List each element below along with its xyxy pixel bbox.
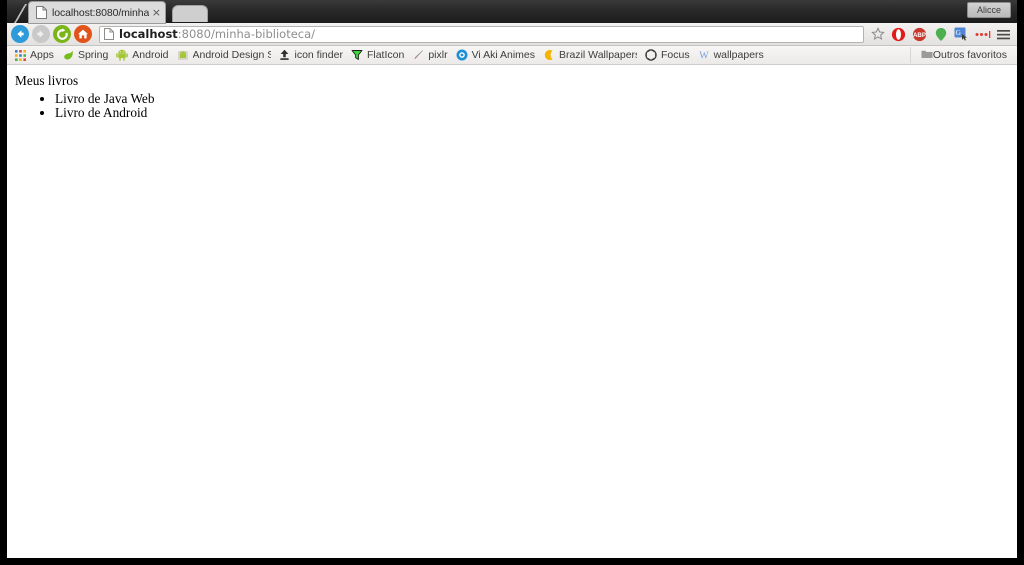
bookmark-label: FlatIcon bbox=[366, 49, 405, 61]
bookmark-pixlr[interactable]: pixlr bbox=[409, 47, 452, 63]
flaticon-icon bbox=[351, 49, 363, 61]
other-bookmarks-button[interactable]: Outros favoritos bbox=[909, 47, 1011, 63]
iconfinder-icon bbox=[279, 49, 291, 61]
forward-button[interactable] bbox=[32, 25, 50, 43]
bookmark-vi-aki-animes[interactable]: Vi Aki Animes bbox=[453, 47, 540, 63]
bookmark-icon-finder[interactable]: icon finder bbox=[276, 47, 348, 63]
extensions-dots-icon[interactable] bbox=[973, 25, 992, 44]
bookmark-label: Spring bbox=[77, 49, 109, 61]
back-arrow-icon bbox=[14, 28, 26, 40]
pixlr-brush-icon bbox=[412, 49, 424, 61]
android-robot-icon bbox=[177, 49, 189, 61]
address-bar-host: localhost bbox=[119, 27, 178, 41]
page-title: Meus livros bbox=[15, 73, 79, 88]
bookmark-apps[interactable]: Apps bbox=[11, 47, 59, 63]
bookmark-android[interactable]: Android bbox=[113, 47, 173, 63]
page-content: Meus livros Livro de Java Web Livro de A… bbox=[7, 65, 1017, 558]
page-icon bbox=[36, 6, 47, 19]
home-button[interactable] bbox=[74, 25, 92, 43]
folder-icon bbox=[921, 49, 933, 62]
browser-window: localhost:8080/minha-b × Alicce localhos… bbox=[7, 0, 1017, 558]
bookmark-label: Brazil Wallpapers bbox=[559, 49, 637, 61]
svg-text:G: G bbox=[955, 28, 961, 37]
book-list: Livro de Java Web Livro de Android bbox=[15, 92, 1017, 120]
home-icon bbox=[77, 28, 89, 40]
page-info-icon bbox=[104, 28, 114, 40]
reload-arrow-icon bbox=[56, 27, 69, 41]
profile-chip[interactable]: Alicce bbox=[967, 2, 1011, 18]
green-pin-icon[interactable] bbox=[931, 25, 950, 44]
google-translate-icon[interactable]: G bbox=[952, 25, 971, 44]
reload-button[interactable] bbox=[53, 25, 71, 43]
brazil-wallpapers-icon bbox=[543, 49, 555, 61]
bookmark-label: Apps bbox=[30, 49, 54, 61]
bookmark-star-icon[interactable] bbox=[868, 25, 887, 44]
bookmark-label: Vi Aki Animes bbox=[471, 49, 535, 61]
svg-text:ABP: ABP bbox=[913, 32, 926, 39]
browser-tab[interactable]: localhost:8080/minha-b × bbox=[29, 2, 165, 23]
bookmark-label: Android bbox=[132, 49, 169, 61]
list-item: Livro de Android bbox=[55, 106, 1017, 120]
address-bar[interactable]: localhost:8080/minha-biblioteca/ bbox=[99, 25, 864, 43]
bookmark-wallpapers[interactable]: W wallpapers bbox=[695, 47, 769, 63]
opera-red-icon[interactable] bbox=[889, 25, 908, 44]
address-bar-path: :8080/minha-biblioteca/ bbox=[177, 27, 316, 41]
bookmark-label: pixlr bbox=[428, 49, 448, 61]
chrome-menu-icon[interactable] bbox=[994, 25, 1013, 44]
close-icon[interactable]: × bbox=[152, 7, 161, 18]
bookmark-flaticon[interactable]: FlatIcon bbox=[348, 47, 409, 63]
tab-title: localhost:8080/minha-b bbox=[52, 6, 149, 19]
address-bar-url: localhost:8080/minha-biblioteca/ bbox=[119, 27, 315, 41]
apps-grid-icon bbox=[14, 49, 26, 61]
viakianimes-icon bbox=[456, 49, 468, 61]
tab-strip: localhost:8080/minha-b × Alicce bbox=[7, 0, 1017, 23]
svg-text:W: W bbox=[699, 51, 709, 62]
spring-leaf-icon bbox=[62, 49, 74, 61]
list-item: Livro de Java Web bbox=[55, 92, 1017, 106]
bookmark-label: wallpapers bbox=[713, 49, 764, 61]
bookmark-android-design-support[interactable]: Android Design Sup bbox=[174, 47, 276, 63]
bookmark-focus[interactable]: Focus bbox=[642, 47, 695, 63]
bookmark-label: Android Design Sup bbox=[192, 49, 271, 61]
bookmarks-bar: Apps Spring Android Android Design icon … bbox=[7, 46, 1017, 65]
bookmark-label: Focus bbox=[661, 49, 690, 61]
forward-arrow-icon bbox=[35, 28, 47, 40]
browser-toolbar: localhost:8080/minha-biblioteca/ ABP G bbox=[7, 23, 1017, 46]
bookmark-spring[interactable]: Spring bbox=[59, 47, 113, 63]
bookmark-brazil-wallpapers[interactable]: Brazil Wallpapers bbox=[540, 47, 642, 63]
focus-icon bbox=[645, 49, 657, 61]
bookmark-label: icon finder bbox=[294, 49, 343, 61]
new-tab-button[interactable] bbox=[172, 5, 208, 22]
back-button[interactable] bbox=[11, 25, 29, 43]
wallpapers-w-icon: W bbox=[698, 49, 710, 62]
other-bookmarks-label: Outros favoritos bbox=[932, 49, 1007, 61]
adblock-plus-icon[interactable]: ABP bbox=[910, 25, 929, 44]
android-robot-icon bbox=[116, 49, 129, 61]
